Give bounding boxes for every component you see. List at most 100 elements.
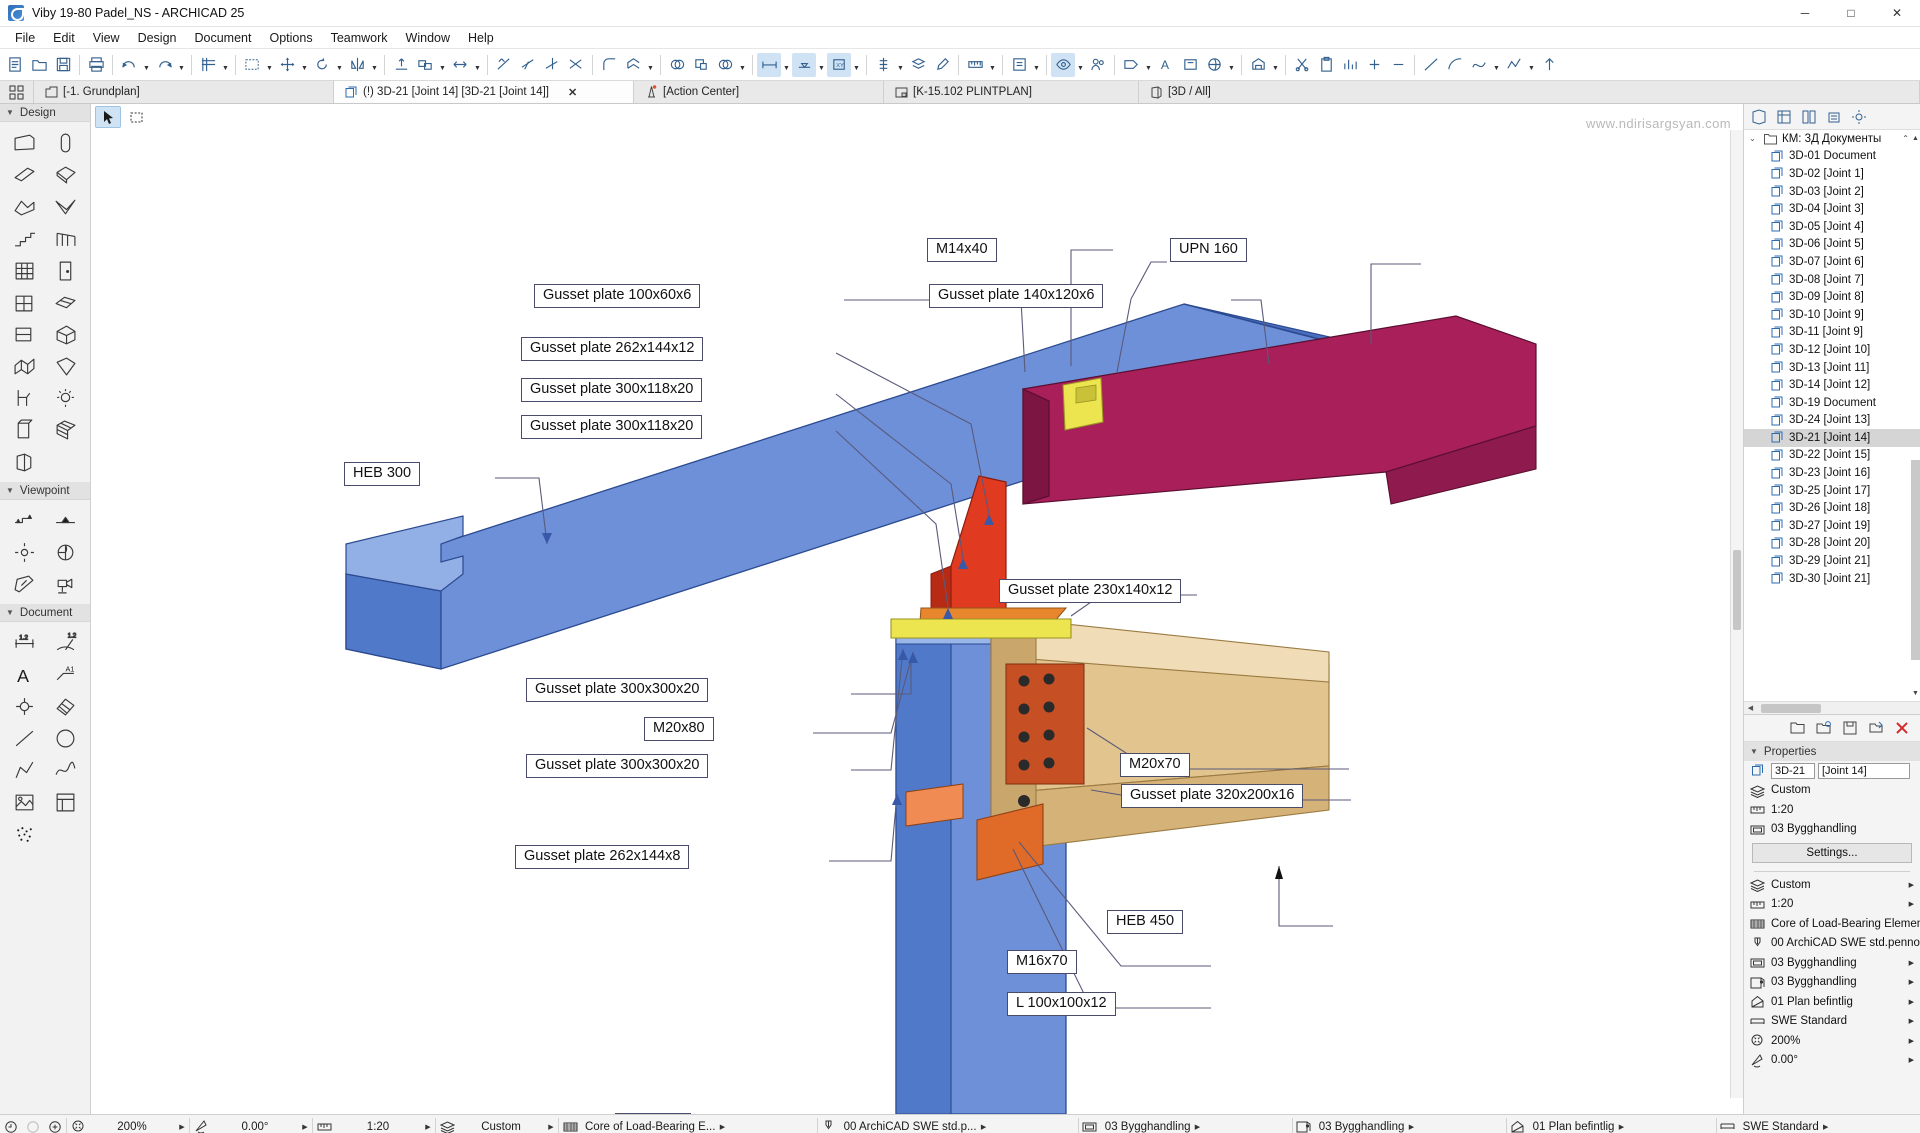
shell-tool-icon[interactable] [45,191,86,221]
marquee-icon[interactable] [240,53,264,77]
tab-2[interactable]: (!) 3D-21 [Joint 14] [3D-21 [Joint 14]] ✕ [334,81,634,103]
worksheet-tool-icon[interactable] [45,537,86,567]
split-icon[interactable] [492,53,516,77]
open-project-icon[interactable] [27,53,51,77]
toolbar-dropdown-arrow[interactable]: ▼ [851,54,862,76]
drag-icon[interactable] [275,53,299,77]
toolbar-dropdown-arrow[interactable]: ▼ [1031,54,1042,76]
point-cloud-tool-icon[interactable] [4,819,45,849]
property-row[interactable]: 01 Plan befintlig ▶ [1744,992,1920,1012]
chart-icon[interactable] [1338,53,1362,77]
radial-dimension-tool-icon[interactable]: 1.2 [45,627,86,657]
status-item[interactable]: Core of Load-Bearing E... ▶ [559,1115,817,1133]
property-row[interactable]: Custom [1744,781,1920,801]
chevron-right-icon[interactable]: ▶ [977,1123,991,1131]
close-icon[interactable]: ✕ [568,86,577,99]
navigator-tree[interactable]: ⌄ КМ: 3Д Документы ⌃ 3D-01 Document 3D-02 [J… [1744,130,1920,715]
property-row[interactable]: Custom ▶ [1744,875,1920,895]
teamwork-icon[interactable] [1086,53,1110,77]
chevron-right-icon[interactable]: ▶ [1614,1123,1628,1131]
menu-item-options[interactable]: Options [260,29,321,47]
adjust-icon[interactable] [540,53,564,77]
toolbar-dropdown-arrow[interactable]: ▼ [176,54,187,76]
toolbar-dropdown-arrow[interactable]: ▼ [1226,54,1237,76]
zoom-previous-icon[interactable] [0,1120,22,1133]
mirror-icon[interactable] [345,53,369,77]
navigator-item[interactable]: 3D-29 [Joint 21] [1744,552,1920,570]
skylight-tool-icon[interactable] [45,287,86,317]
property-row[interactable]: SWE Standard ▶ [1744,1012,1920,1032]
minus-icon[interactable] [1386,53,1410,77]
circle-tool-icon[interactable] [45,723,86,753]
navigator-item[interactable]: 3D-07 [Joint 6] [1744,253,1920,271]
scroll-left-icon[interactable]: ◀ [1744,704,1757,712]
elevate-icon[interactable] [389,53,413,77]
navigator-item[interactable]: 3D-23 [Joint 16] [1744,464,1920,482]
chevron-right-icon[interactable]: ▶ [1909,978,1920,986]
open-view-icon[interactable] [1866,718,1886,738]
chevron-right-icon[interactable]: ▶ [175,1123,189,1131]
toolbar-dropdown-arrow[interactable]: ▼ [472,54,483,76]
zoom-in-icon[interactable] [44,1120,66,1133]
wall-end-tool-icon[interactable] [4,319,45,349]
save-view-icon[interactable] [1840,718,1860,738]
navigator-item[interactable]: 3D-19 Document [1744,394,1920,412]
navigator-item[interactable]: 3D-25 [Joint 17] [1744,482,1920,500]
toolbar-dropdown-arrow[interactable]: ▼ [645,54,656,76]
toolbar-dropdown-arrow[interactable]: ▼ [781,54,792,76]
property-row[interactable]: 03 Bygghandling [1744,820,1920,840]
minimize-button[interactable]: ─ [1782,0,1828,27]
view-icon[interactable] [1051,52,1075,77]
label-tool-icon[interactable]: A1 [45,659,86,689]
cut-icon[interactable] [1290,53,1314,77]
annotation-label[interactable]: HEB 300 [344,462,421,486]
zone-icon[interactable] [1178,53,1202,77]
property-row[interactable]: 03 Bygghandling ▶ [1744,953,1920,973]
fillet-icon[interactable] [597,53,621,77]
slab-tool-icon[interactable] [45,159,86,189]
property-row[interactable]: 200% ▶ [1744,1031,1920,1051]
arrow-tool-button[interactable] [95,106,121,128]
menu-item-help[interactable]: Help [459,29,503,47]
dimension-icon[interactable] [757,52,781,77]
annotation-label[interactable]: Gusset plate 230x140x12 [999,579,1182,603]
property-row[interactable]: 0.00° ▶ [1744,1051,1920,1071]
navigator-item[interactable]: 3D-26 [Joint 18] [1744,499,1920,517]
roof-tool-icon[interactable] [4,191,45,221]
stretch-icon[interactable] [448,53,472,77]
drawing-tool-icon[interactable] [45,787,86,817]
navigator-item[interactable]: 3D-14 [Joint 12] [1744,376,1920,394]
project-map-icon[interactable] [1747,106,1771,128]
label-icon[interactable] [1119,53,1143,77]
annotation-label[interactable]: M20x70 [1120,753,1190,777]
property-row[interactable]: 1:20 [1744,800,1920,820]
section-tool-icon[interactable] [4,505,45,535]
toolbox-section-design[interactable]: ▼ Design [0,104,90,122]
navigator-item[interactable]: 3D-05 [Joint 4] [1744,218,1920,236]
morph-tool-icon[interactable] [45,351,86,381]
toolbar-dropdown-arrow[interactable]: ▼ [220,54,231,76]
align-icon[interactable] [871,53,895,77]
navigator-item[interactable]: 3D-27 [Joint 19] [1744,517,1920,535]
zoom-next-icon[interactable] [22,1120,44,1133]
annotation-label[interactable]: M16x70 [1007,950,1077,974]
navigator-item[interactable]: 3D-11 [Joint 9] [1744,324,1920,342]
publisher-sets-icon[interactable] [1822,106,1846,128]
column-tool-icon[interactable] [45,127,86,157]
elevation-tool-icon[interactable] [45,505,86,535]
navigator-item[interactable]: 3D-13 [Joint 11] [1744,359,1920,377]
settings-button[interactable]: Settings... [1752,843,1912,863]
chevron-right-icon[interactable]: ▶ [1909,959,1920,967]
wall-tool-icon[interactable] [4,127,45,157]
status-item[interactable]: Custom ▶ [436,1115,558,1133]
chevron-right-icon[interactable]: ▶ [1909,900,1920,908]
door-tool-icon[interactable] [45,255,86,285]
figure-tool-icon[interactable] [4,787,45,817]
navigator-item[interactable]: 3D-21 [Joint 14] [1744,429,1920,447]
status-item[interactable]: 03 Bygghandling ▶ [1079,1115,1292,1133]
navigator-item[interactable]: 3D-10 [Joint 9] [1744,306,1920,324]
toolbar-dropdown-arrow[interactable]: ▼ [141,54,152,76]
level-dimension-icon[interactable] [792,52,816,77]
properties-header[interactable]: ▼ Properties [1744,742,1920,761]
paste-icon[interactable] [1314,53,1338,77]
